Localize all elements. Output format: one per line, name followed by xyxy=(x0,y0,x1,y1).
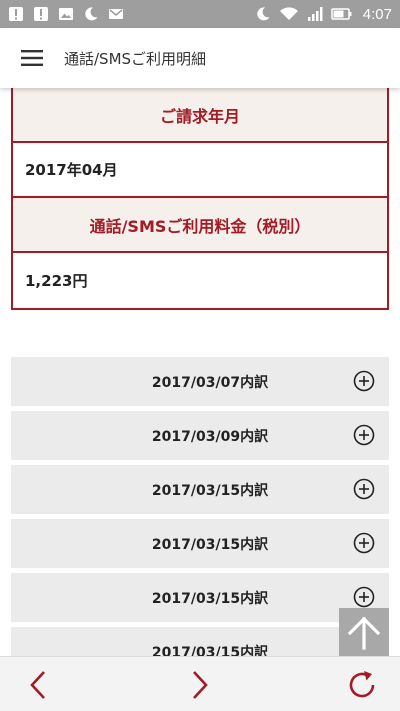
chevron-left-icon xyxy=(30,670,45,699)
arrow-up-icon xyxy=(347,616,381,650)
notification-icons xyxy=(8,6,124,22)
breakdown-item-label: 2017/03/15内訳 xyxy=(151,644,269,657)
alert-icon xyxy=(8,6,24,22)
expand-plus-icon[interactable] xyxy=(353,532,375,554)
charge-value: 1,223円 xyxy=(13,253,387,308)
page-title: 通話/SMSご利用明細 xyxy=(64,49,207,68)
breakdown-item-label: 2017/03/15内訳 xyxy=(151,482,269,499)
mail-icon xyxy=(108,6,124,22)
app-bar: 通話/SMSご利用明細 xyxy=(0,28,400,88)
reload-icon xyxy=(349,670,375,697)
signal-icon xyxy=(307,6,323,22)
scroll-to-top-button[interactable] xyxy=(339,608,389,658)
expand-plus-icon[interactable] xyxy=(353,370,375,392)
breakdown-item[interactable]: 2017/03/07内訳 xyxy=(11,357,389,406)
menu-button[interactable] xyxy=(0,28,64,88)
chevron-right-icon xyxy=(193,670,208,699)
alert-icon xyxy=(33,6,49,22)
billing-summary-table: ご請求年月 2017年04月 通話/SMSご利用料金（税別） 1,223円 xyxy=(11,88,389,310)
reload-button[interactable] xyxy=(332,657,392,711)
forward-button[interactable] xyxy=(170,657,230,711)
expand-plus-icon[interactable] xyxy=(353,478,375,500)
breakdown-item-label: 2017/03/09内訳 xyxy=(151,428,269,445)
breakdown-item-label: 2017/03/15内訳 xyxy=(151,590,269,607)
breakdown-item[interactable]: 2017/03/09内訳 xyxy=(11,411,389,460)
breakdown-item[interactable]: 2017/03/15内訳 xyxy=(11,573,389,622)
system-icons: 4:07 xyxy=(255,6,392,23)
battery-icon xyxy=(331,6,353,22)
charge-header: 通話/SMSご利用料金（税別） xyxy=(13,198,387,253)
main-content[interactable]: ご請求年月 2017年04月 通話/SMSご利用料金（税別） 1,223円 20… xyxy=(0,88,400,656)
billing-month-value: 2017年04月 xyxy=(13,143,387,198)
expand-plus-icon[interactable] xyxy=(353,586,375,608)
image-icon xyxy=(58,6,74,22)
back-button[interactable] xyxy=(8,657,68,711)
breakdown-item-label: 2017/03/07内訳 xyxy=(151,374,269,391)
status-time: 4:07 xyxy=(362,5,392,23)
moon-icon xyxy=(83,6,99,22)
breakdown-item-label: 2017/03/15内訳 xyxy=(151,536,269,553)
wifi-icon xyxy=(279,6,299,22)
moon-icon xyxy=(255,6,271,22)
breakdown-item[interactable]: 2017/03/15内訳 xyxy=(11,519,389,568)
billing-month-header: ご請求年月 xyxy=(13,88,387,143)
status-bar: 4:07 xyxy=(0,0,400,28)
browser-nav-bar xyxy=(0,656,400,711)
hamburger-menu-icon xyxy=(21,50,43,66)
breakdown-list: 2017/03/07内訳 2017/03/09内訳 2017/03/15内訳 2… xyxy=(11,357,389,656)
breakdown-item[interactable]: 2017/03/15内訳 xyxy=(11,627,389,656)
breakdown-item[interactable]: 2017/03/15内訳 xyxy=(11,465,389,514)
expand-plus-icon[interactable] xyxy=(353,424,375,446)
